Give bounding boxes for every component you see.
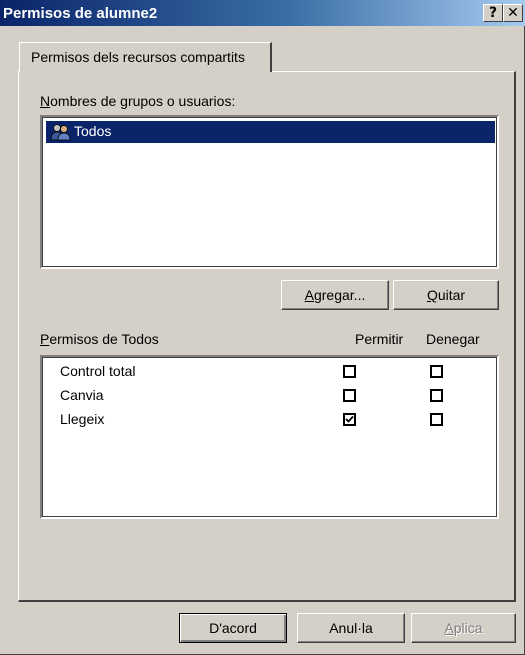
users-label-accel: N <box>40 93 51 109</box>
allow-canvia-checkbox[interactable] <box>343 389 356 402</box>
ok-button[interactable]: D'acord <box>179 613 287 643</box>
tab-label: Permisos dels recursos compartits <box>31 49 245 65</box>
allow-llegeix-checkbox[interactable] <box>343 413 356 426</box>
help-button[interactable]: ? <box>483 4 503 22</box>
group-icon <box>49 123 73 141</box>
users-label-text: ombres de grupos o usuarios: <box>50 93 236 109</box>
permissions-dialog: Permisos de alumne2 ? ✕ Permisos dels re… <box>0 0 525 655</box>
window-title: Permisos de alumne2 <box>3 5 158 22</box>
title-bar[interactable]: Permisos de alumne2 ? ✕ <box>0 0 525 26</box>
permissions-label-accel: P <box>40 331 50 347</box>
apply-label: plica <box>453 620 483 636</box>
allow-column-header: Permitir <box>355 331 404 347</box>
add-label: gregar... <box>313 287 366 303</box>
checkmark-icon <box>345 415 354 423</box>
remove-accel: Q <box>426 287 438 303</box>
deny-control-total-checkbox[interactable] <box>430 365 443 378</box>
cancel-button[interactable]: Anul·la <box>297 613 405 643</box>
apply-button[interactable]: Aplica <box>411 613 516 643</box>
users-list-label: Nombres de grupos o usuarios: <box>40 93 235 109</box>
add-accel: A <box>304 287 314 303</box>
apply-accel: A <box>444 620 454 636</box>
permissions-label: Permisos de Todos <box>40 331 159 347</box>
allow-control-total-checkbox[interactable] <box>343 365 356 378</box>
close-button[interactable]: ✕ <box>503 4 523 22</box>
permission-name: Llegeix <box>60 411 105 427</box>
list-item[interactable]: Todos <box>46 121 495 143</box>
user-name: Todos <box>74 123 112 139</box>
permission-name: Canvia <box>60 387 104 403</box>
deny-llegeix-checkbox[interactable] <box>430 413 443 426</box>
permissions-listbox: Control total Canvia Llegeix <box>40 355 499 519</box>
permissions-label-text: ermisos de Todos <box>49 331 159 347</box>
remove-button[interactable]: Quitar <box>393 280 499 310</box>
add-button[interactable]: Agregar... <box>281 280 389 310</box>
remove-label: uitar <box>437 287 466 303</box>
deny-column-header: Denegar <box>426 331 480 347</box>
users-listbox[interactable]: Todos <box>40 115 499 269</box>
deny-canvia-checkbox[interactable] <box>430 389 443 402</box>
permission-name: Control total <box>60 363 136 379</box>
tab-shared-resource-permissions[interactable]: Permisos dels recursos compartits <box>19 42 272 72</box>
